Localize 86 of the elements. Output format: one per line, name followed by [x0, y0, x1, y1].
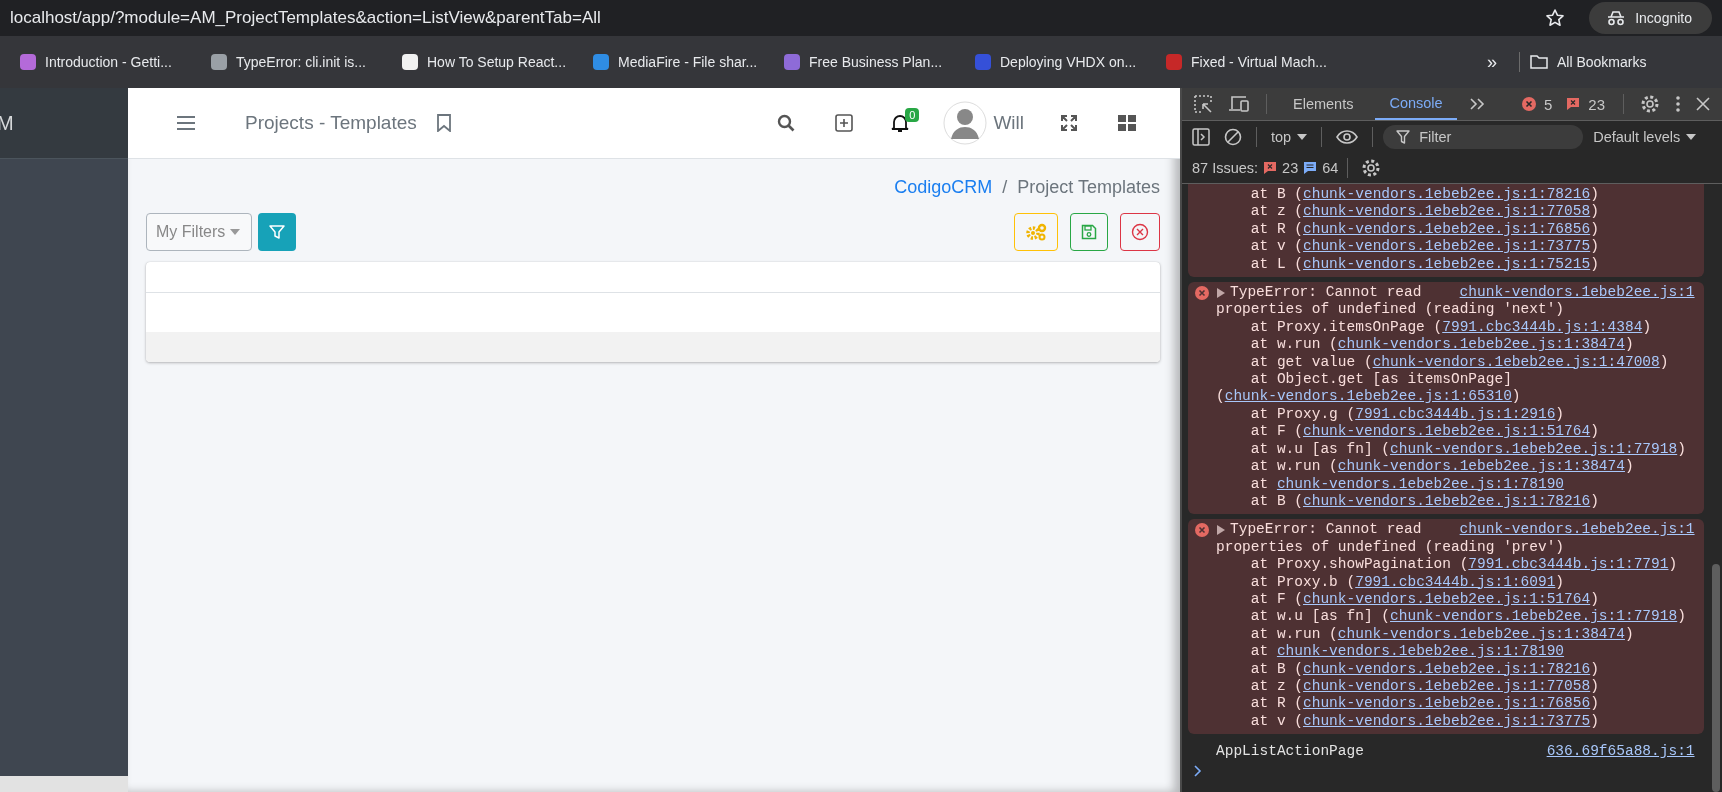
stack-frame: at w.run (chunk-vendors.1ebeb2ee.js:1:38474): [1216, 336, 1695, 354]
stack-frame: at w.run (chunk-vendors.1ebeb2ee.js:1:38474): [1216, 625, 1695, 644]
error-count[interactable]: 5: [1543, 95, 1553, 113]
more-bookmarks-button[interactable]: »: [1487, 51, 1497, 73]
stack-frame: at B (chunk-vendors.1ebeb2ee.js:1:78216): [1216, 186, 1695, 204]
source-link[interactable]: 7991.cbc3444b.js:1:2916: [1355, 405, 1556, 422]
source-link[interactable]: chunk-vendors.1ebeb2ee.js:1:76856: [1303, 220, 1591, 237]
bookmark[interactable]: Introduction - Getti...: [20, 54, 203, 70]
error-message: properties of undefined (reading 'prev'): [1216, 538, 1565, 555]
issue-info-count[interactable]: 64: [1322, 160, 1339, 176]
source-link[interactable]: chunk-vendors.1ebeb2ee.js:1:77918: [1390, 608, 1678, 625]
devtools-tab[interactable]: Console: [1375, 88, 1457, 120]
stack-frame: at R (chunk-vendors.1ebeb2ee.js:1:76856): [1216, 220, 1695, 239]
devtools-tab[interactable]: Elements: [1279, 88, 1368, 120]
issue-count[interactable]: 23: [1588, 95, 1605, 113]
source-link[interactable]: chunk-vendors.1ebeb2ee.js:1:78216: [1303, 660, 1591, 677]
source-link[interactable]: chunk-vendors.1ebeb2ee.js:1:38474: [1337, 625, 1625, 642]
source-link[interactable]: chunk-vendors.1ebeb2ee.js:1:77058: [1303, 677, 1591, 694]
all-bookmarks-button[interactable]: All Bookmarks: [1530, 54, 1647, 70]
stack-frame: at F (chunk-vendors.1ebeb2ee.js:1:51764): [1216, 423, 1695, 441]
bookmark[interactable]: How To Setup React...: [402, 54, 585, 70]
breadcrumb-separator: /: [1002, 176, 1008, 198]
context-selector[interactable]: top: [1267, 129, 1312, 145]
incognito-button[interactable]: Incognito: [1589, 2, 1712, 34]
source-link[interactable]: chunk-vendors.1ebeb2ee.js:1:73775: [1303, 712, 1591, 729]
stack-frame: at F (chunk-vendors.1ebeb2ee.js:1:51764): [1216, 590, 1695, 609]
bookmark[interactable]: Deploying VHDX on...: [975, 54, 1158, 70]
source-link[interactable]: chunk-vendors.1ebeb2ee.js:1:47008: [1372, 353, 1660, 370]
stack-frame: at L (chunk-vendors.1ebeb2ee.js:1:75215): [1216, 255, 1695, 274]
log-levels-dropdown[interactable]: Default levels: [1589, 129, 1701, 145]
source-link[interactable]: chunk-vendors.1ebeb2ee.js:1:38474: [1337, 458, 1625, 475]
page-title: Projects - Templates: [245, 112, 417, 134]
source-link[interactable]: chunk-vendors.1ebeb2ee.js:1:78216: [1303, 492, 1591, 509]
source-link[interactable]: chunk-vendors.1ebeb2ee.js:1:77058: [1303, 203, 1591, 220]
source-link[interactable]: 7991.cbc3444b.js:1:4384: [1442, 318, 1643, 335]
stack-frame: at R (chunk-vendors.1ebeb2ee.js:1:76856): [1216, 695, 1695, 713]
source-link[interactable]: chunk-vendors.1ebeb2ee.js:1:75215: [1303, 255, 1591, 272]
stack-frame: at B (chunk-vendors.1ebeb2ee.js:1:78216): [1216, 660, 1695, 678]
stack-frame: at v (chunk-vendors.1ebeb2ee.js:1:73775): [1216, 712, 1695, 731]
source-link[interactable]: chunk-vendors.1ebeb2ee.js:1: [1459, 521, 1695, 539]
stack-frame: at Proxy.b (7991.cbc3444b.js:1:6091): [1216, 573, 1695, 591]
filters-dropdown[interactable]: My Filters: [146, 213, 252, 251]
bookmark[interactable]: Fixed - Virtual Mach...: [1166, 54, 1349, 70]
stack-frame: at z (chunk-vendors.1ebeb2ee.js:1:77058): [1216, 203, 1695, 221]
user-name[interactable]: Will: [993, 112, 1024, 134]
stack-frame: at get value (chunk-vendors.1ebeb2ee.js:1:47008): [1216, 353, 1695, 372]
source-link[interactable]: chunk-vendors.1ebeb2ee.js:1:78216: [1303, 186, 1591, 202]
source-link[interactable]: chunk-vendors.1ebeb2ee.js:1:78190: [1276, 643, 1565, 660]
issue-error-count[interactable]: 23: [1282, 160, 1299, 176]
notification-count: 0: [905, 108, 920, 122]
source-link[interactable]: chunk-vendors.1ebeb2ee.js:1:77918: [1390, 440, 1678, 457]
bookmark[interactable]: Free Business Plan...: [784, 54, 967, 70]
source-link[interactable]: 636.69f65a88.js:1: [1546, 743, 1695, 761]
bookmark[interactable]: TypeError: cli.init is...: [211, 54, 394, 70]
stack-frame: at Proxy.showPagination (7991.cbc3444b.js:1:7791): [1216, 556, 1695, 574]
source-link[interactable]: chunk-vendors.1ebeb2ee.js:1:78190: [1276, 475, 1565, 492]
source-link[interactable]: chunk-vendors.1ebeb2ee.js:1:51764: [1303, 423, 1591, 440]
breadcrumb-link[interactable]: CodigoCRM: [894, 176, 993, 198]
log-message: AppListActionPage: [1216, 743, 1364, 760]
issues-label[interactable]: 87 Issues:: [1192, 160, 1259, 176]
stack-frame: at Proxy.itemsOnPage (7991.cbc3444b.js:1:4384): [1216, 318, 1695, 337]
source-link[interactable]: 7991.cbc3444b.js:1:6091: [1355, 573, 1556, 590]
address-bar-url[interactable]: localhost/app/?module=AM_ProjectTemplates&action=ListView&parentTab=All: [10, 8, 601, 28]
filter-field[interactable]: Filter: [1383, 125, 1584, 149]
source-link[interactable]: chunk-vendors.1ebeb2ee.js:1: [1459, 284, 1695, 302]
source-link[interactable]: 7991.cbc3444b.js:1:7791: [1468, 556, 1669, 573]
source-link[interactable]: chunk-vendors.1ebeb2ee.js:1:38474: [1337, 336, 1625, 353]
breadcrumb-current: Project Templates: [1017, 176, 1160, 198]
source-link[interactable]: chunk-vendors.1ebeb2ee.js:1:76856: [1303, 695, 1591, 712]
error-message: TypeError: Cannot read: [1230, 521, 1422, 539]
stack-frame: at chunk-vendors.1ebeb2ee.js:1:78190: [1216, 475, 1695, 493]
source-link[interactable]: chunk-vendors.1ebeb2ee.js:1:65310: [1224, 388, 1512, 405]
bookmark[interactable]: MediaFire - File shar...: [593, 54, 776, 70]
source-link[interactable]: chunk-vendors.1ebeb2ee.js:1:51764: [1303, 590, 1591, 607]
stack-frame: at Object.get [as itemsOnPage] (chunk-vendors.1ebeb2ee.js:1:65310): [1216, 371, 1695, 406]
stack-frame: at z (chunk-vendors.1ebeb2ee.js:1:77058): [1216, 677, 1695, 696]
stack-frame: at w.u [as fn] (chunk-vendors.1ebeb2ee.js:1:77918): [1216, 440, 1695, 459]
stack-frame: at Proxy.g (7991.cbc3444b.js:1:2916): [1216, 405, 1695, 424]
stack-frame: at v (chunk-vendors.1ebeb2ee.js:1:73775): [1216, 238, 1695, 256]
error-message: TypeError: Cannot read: [1230, 284, 1422, 302]
stack-frame: at w.run (chunk-vendors.1ebeb2ee.js:1:38474): [1216, 458, 1695, 476]
source-link[interactable]: chunk-vendors.1ebeb2ee.js:1:73775: [1303, 238, 1591, 255]
stack-frame: at chunk-vendors.1ebeb2ee.js:1:78190: [1216, 643, 1695, 661]
stack-frame: at w.u [as fn] (chunk-vendors.1ebeb2ee.js:1:77918): [1216, 608, 1695, 626]
error-message: properties of undefined (reading 'next'): [1216, 301, 1565, 318]
stack-frame: at B (chunk-vendors.1ebeb2ee.js:1:78216): [1216, 492, 1695, 511]
